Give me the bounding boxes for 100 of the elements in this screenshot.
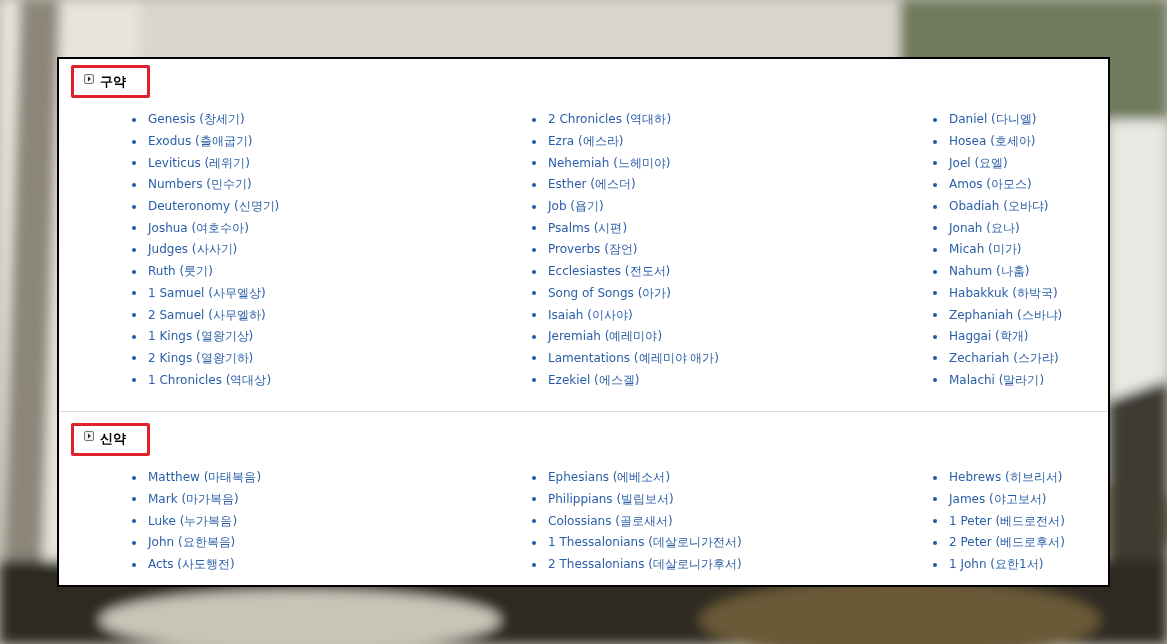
book-link[interactable]: 2 Peter (베드로후서): [949, 534, 1065, 552]
bullet-icon: [532, 313, 536, 318]
bullet-icon: [532, 182, 536, 187]
bullet-icon: [532, 475, 536, 480]
book-link[interactable]: Amos (아모스): [949, 176, 1032, 194]
book-link[interactable]: Leviticus (레위기): [148, 154, 250, 172]
expand-icon[interactable]: [84, 73, 94, 84]
book-link[interactable]: 1 Thessalonians (데살로니가전서): [548, 534, 742, 552]
book-link[interactable]: Genesis (창세기): [148, 111, 245, 129]
book-link[interactable]: Mark (마가복음): [148, 490, 239, 508]
bullet-icon: [933, 182, 937, 187]
book-link[interactable]: Exodus (출애굽기): [148, 133, 253, 151]
bullet-icon: [132, 378, 136, 383]
bullet-icon: [933, 334, 937, 339]
bullet-icon: [532, 161, 536, 166]
bullet-icon: [933, 139, 937, 144]
book-link[interactable]: 1 Kings (열왕기상): [148, 328, 254, 346]
section-title: 신약: [100, 430, 126, 449]
book-link[interactable]: 2 Kings (열왕기하): [148, 349, 254, 367]
bullet-icon: [532, 247, 536, 252]
bullet-icon: [532, 291, 536, 296]
book-link[interactable]: 1 Samuel (사무엘상): [148, 284, 266, 302]
book-link[interactable]: 2 Thessalonians (데살로니가후서): [548, 556, 742, 574]
book-link[interactable]: Acts (사도행전): [148, 556, 235, 574]
book-link[interactable]: 1 Peter (베드로전서): [949, 512, 1065, 530]
bullet-icon: [933, 204, 937, 209]
book-link[interactable]: Philippians (빌립보서): [548, 490, 674, 508]
book-link[interactable]: Ezra (에스라): [548, 133, 624, 151]
bullet-icon: [532, 204, 536, 209]
book-link[interactable]: Isaiah (이사야): [548, 306, 633, 324]
bullet-icon: [532, 562, 536, 567]
book-link[interactable]: Deuteronomy (신명기): [148, 198, 280, 216]
book-link[interactable]: Luke (누가복음): [148, 512, 238, 530]
bullet-icon: [933, 497, 937, 502]
book-link[interactable]: Haggai (학개): [949, 328, 1029, 346]
bullet-icon: [933, 540, 937, 545]
bullet-icon: [132, 356, 136, 361]
book-link[interactable]: Ezekiel (에스겔): [548, 371, 640, 389]
bullet-icon: [933, 475, 937, 480]
book-link[interactable]: Esther (에스더): [548, 176, 636, 194]
bullet-icon: [532, 356, 536, 361]
bullet-icon: [132, 139, 136, 144]
book-link[interactable]: Malachi (말라기): [949, 371, 1045, 389]
bullet-icon: [532, 334, 536, 339]
bullet-icon: [933, 269, 937, 274]
book-link[interactable]: Song of Songs (아가): [548, 284, 671, 302]
bullet-icon: [933, 378, 937, 383]
book-link[interactable]: James (야고보서): [949, 490, 1047, 508]
bullet-icon: [132, 269, 136, 274]
book-link[interactable]: Ephesians (에베소서): [548, 469, 671, 487]
book-link[interactable]: Ruth (룻기): [148, 263, 213, 281]
book-link[interactable]: Job (욥기): [548, 198, 604, 216]
book-link[interactable]: Zephaniah (스바냐): [949, 306, 1063, 324]
bullet-icon: [532, 226, 536, 231]
book-link[interactable]: 2 Chronicles (역대하): [548, 111, 672, 129]
book-link[interactable]: Joel (요엘): [949, 154, 1008, 172]
bullet-icon: [132, 226, 136, 231]
book-link[interactable]: Judges (사사기): [148, 241, 238, 259]
book-link[interactable]: John (요한복음): [148, 534, 236, 552]
book-link[interactable]: Hosea (호세아): [949, 133, 1036, 151]
bullet-icon: [132, 161, 136, 166]
book-link[interactable]: Nahum (나훔): [949, 263, 1030, 281]
book-link[interactable]: Zechariah (스가랴): [949, 349, 1059, 367]
bullet-icon: [132, 291, 136, 296]
book-link[interactable]: Proverbs (잠언): [548, 241, 638, 259]
book-link[interactable]: Psalms (시편): [548, 219, 628, 237]
book-link[interactable]: Lamentations (예레미야 애가): [548, 349, 719, 367]
bullet-icon: [132, 519, 136, 524]
expand-icon[interactable]: [84, 431, 94, 442]
bullet-icon: [933, 117, 937, 122]
book-link[interactable]: Jeremiah (예레미야): [548, 328, 663, 346]
book-link[interactable]: Matthew (마태복음): [148, 469, 262, 487]
book-link[interactable]: Numbers (민수기): [148, 176, 252, 194]
bullet-icon: [132, 247, 136, 252]
bullet-icon: [933, 313, 937, 318]
book-link[interactable]: Micah (미가): [949, 241, 1022, 259]
bullet-icon: [933, 247, 937, 252]
book-link[interactable]: Ecclesiastes (전도서): [548, 263, 671, 281]
bullet-icon: [933, 519, 937, 524]
book-link[interactable]: Daniel (다니엘): [949, 111, 1037, 129]
bullet-icon: [532, 497, 536, 502]
book-link[interactable]: 1 Chronicles (역대상): [148, 371, 272, 389]
bullet-icon: [532, 540, 536, 545]
book-link[interactable]: Habakkuk (하박국): [949, 284, 1058, 302]
book-link[interactable]: Obadiah (오바댜): [949, 198, 1049, 216]
book-link[interactable]: 2 Samuel (사무엘하): [148, 306, 266, 324]
book-link[interactable]: Jonah (요나): [949, 219, 1020, 237]
section-title: 구약: [100, 72, 126, 91]
bullet-icon: [933, 161, 937, 166]
book-link[interactable]: Colossians (골로새서): [548, 512, 673, 530]
bullet-icon: [532, 378, 536, 383]
book-link[interactable]: Nehemiah (느헤미야): [548, 154, 671, 172]
bullet-icon: [532, 519, 536, 524]
bullet-icon: [132, 334, 136, 339]
book-link[interactable]: Joshua (여호수아): [148, 219, 249, 237]
bullet-icon: [933, 226, 937, 231]
book-link[interactable]: 1 John (요한1서): [949, 556, 1044, 574]
book-link[interactable]: Hebrews (히브리서): [949, 469, 1063, 487]
bullet-icon: [532, 269, 536, 274]
bullet-icon: [933, 562, 937, 567]
